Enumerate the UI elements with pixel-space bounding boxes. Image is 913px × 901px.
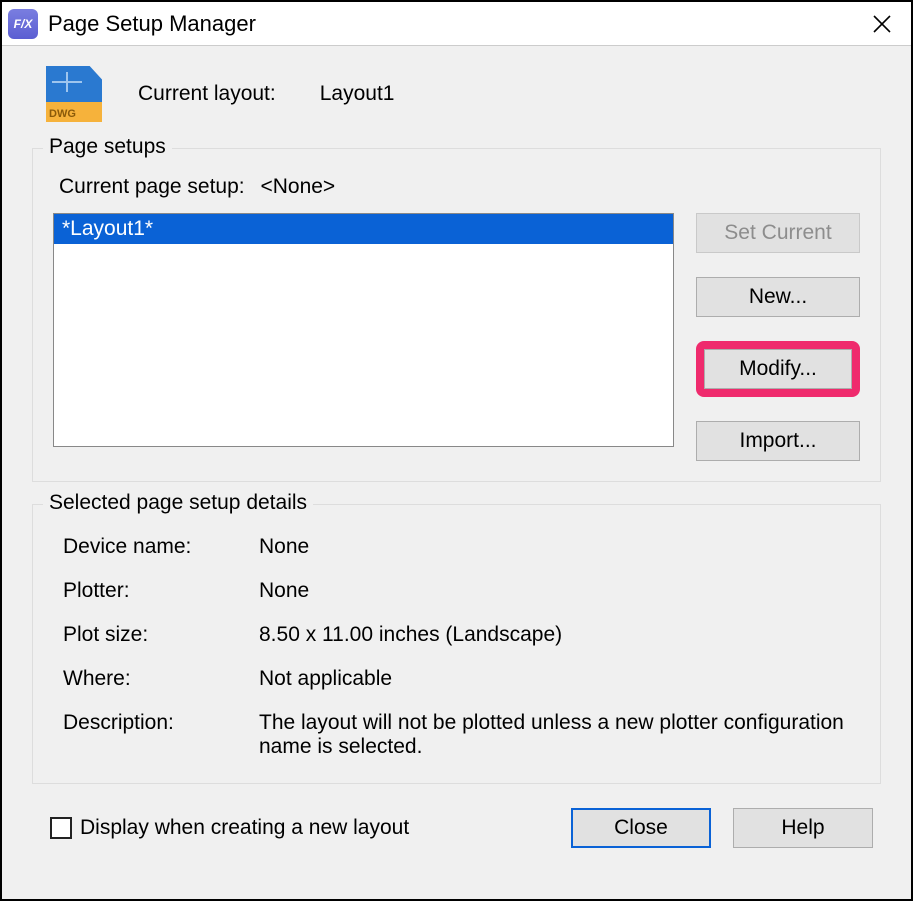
current-page-setup-row: Current page setup: <None>: [59, 175, 860, 199]
details-legend: Selected page setup details: [43, 491, 313, 515]
plot-size-label: Plot size:: [63, 623, 249, 647]
set-current-button[interactable]: Set Current: [696, 213, 860, 253]
plot-size-value: 8.50 x 11.00 inches (Landscape): [259, 623, 856, 647]
page-setups-group: Page setups Current page setup: <None> *…: [32, 148, 881, 482]
dwg-file-icon: DWG: [46, 66, 102, 122]
app-icon: F/X: [8, 9, 38, 39]
page-setups-button-column: Set Current New... Modify... Import...: [696, 213, 860, 461]
page-setups-legend: Page setups: [43, 135, 172, 159]
current-layout-value: Layout1: [320, 82, 395, 106]
list-item[interactable]: *Layout1*: [54, 214, 673, 244]
checkbox-icon[interactable]: [50, 817, 72, 839]
current-layout-row: DWG Current layout: Layout1: [32, 66, 881, 122]
titlebar: F/X Page Setup Manager: [2, 2, 911, 46]
modify-button-highlight: Modify...: [696, 341, 860, 397]
page-setups-listbox[interactable]: *Layout1*: [53, 213, 674, 447]
current-layout-label: Current layout:: [138, 82, 276, 106]
device-name-value: None: [259, 535, 856, 559]
current-page-setup-value: <None>: [260, 175, 335, 198]
footer-buttons: Close Help: [571, 808, 873, 848]
window-title: Page Setup Manager: [48, 11, 859, 37]
close-icon[interactable]: [859, 5, 905, 43]
footer: Display when creating a new layout Close…: [32, 806, 881, 848]
modify-button[interactable]: Modify...: [704, 349, 852, 389]
description-value: The layout will not be plotted unless a …: [259, 711, 856, 759]
plotter-value: None: [259, 579, 856, 603]
description-label: Description:: [63, 711, 249, 759]
where-label: Where:: [63, 667, 249, 691]
where-value: Not applicable: [259, 667, 856, 691]
checkbox-label: Display when creating a new layout: [80, 816, 409, 840]
display-when-creating-checkbox[interactable]: Display when creating a new layout: [50, 816, 571, 840]
dialog-body: DWG Current layout: Layout1 Page setups …: [2, 46, 911, 899]
current-page-setup-label: Current page setup:: [59, 175, 245, 198]
new-button[interactable]: New...: [696, 277, 860, 317]
help-button[interactable]: Help: [733, 808, 873, 848]
device-name-label: Device name:: [63, 535, 249, 559]
close-button[interactable]: Close: [571, 808, 711, 848]
details-grid: Device name: None Plotter: None Plot siz…: [53, 529, 860, 763]
import-button[interactable]: Import...: [696, 421, 860, 461]
page-setups-list-row: *Layout1* Set Current New... Modify... I…: [53, 213, 860, 461]
dwg-icon-label: DWG: [49, 108, 76, 120]
plotter-label: Plotter:: [63, 579, 249, 603]
dialog-window: F/X Page Setup Manager DWG Current layou…: [0, 0, 913, 901]
details-group: Selected page setup details Device name:…: [32, 504, 881, 784]
